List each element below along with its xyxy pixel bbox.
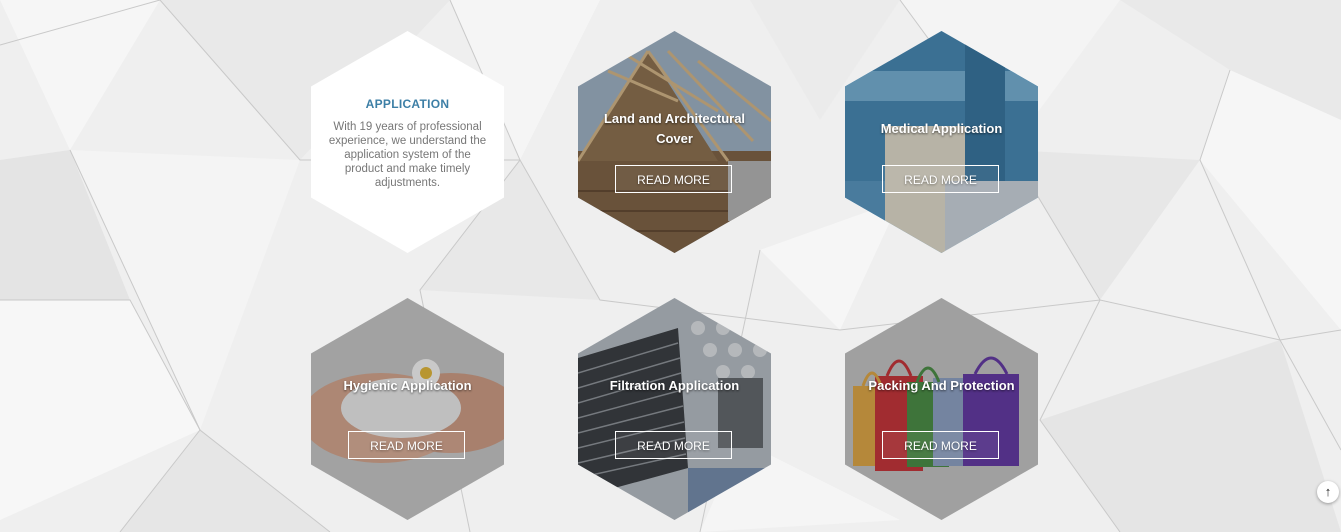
card-title: Packing And Protection [868, 378, 1015, 393]
card-title: Hygienic Application [343, 378, 472, 393]
application-heading: APPLICATION [365, 97, 450, 111]
read-more-button[interactable]: READ MORE [882, 165, 999, 193]
application-description: With 19 years of professional experience… [328, 121, 487, 189]
scroll-to-top-button[interactable]: ↑ [1317, 481, 1339, 503]
card-title: Medical Application [880, 121, 1003, 136]
read-more-button[interactable]: READ MORE [615, 431, 732, 459]
arrow-up-icon: ↑ [1324, 484, 1332, 499]
read-more-button[interactable]: READ MORE [615, 165, 732, 193]
read-more-button[interactable]: READ MORE [348, 431, 465, 459]
card-title: Filtration Application [609, 378, 740, 393]
read-more-button[interactable]: READ MORE [882, 431, 999, 459]
card-title: Land and Architectural Cover [603, 111, 746, 146]
